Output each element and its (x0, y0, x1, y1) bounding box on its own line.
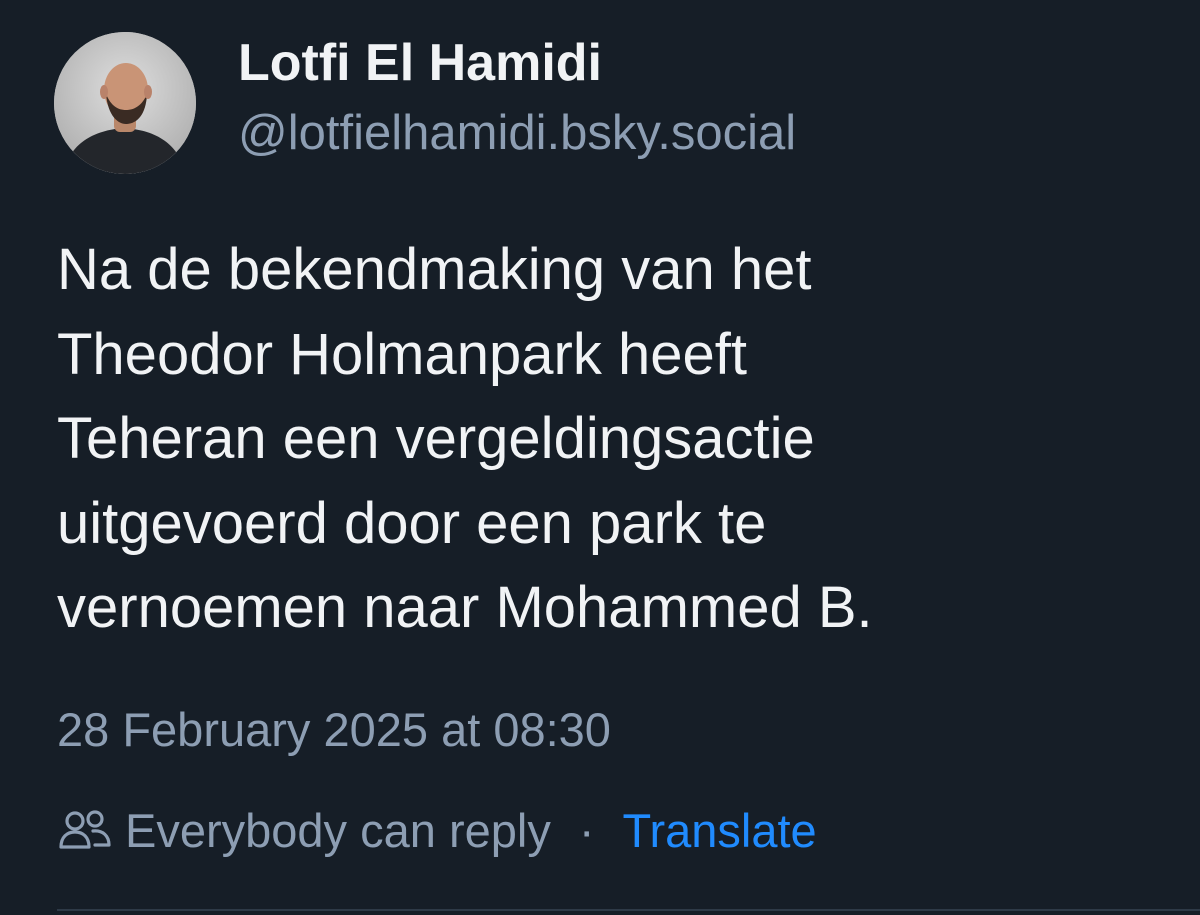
avatar-photo-icon (54, 32, 196, 174)
people-icon (57, 807, 115, 853)
post-text-line: uitgevoerd door een park te (57, 490, 767, 556)
author-display-name[interactable]: Lotfi El Hamidi (238, 30, 796, 96)
post-text-line: Na de bekendmaking van het (57, 237, 812, 302)
author-handle[interactable]: @lotfielhamidi.bsky.social (238, 102, 796, 164)
meta-separator: · (578, 803, 595, 857)
divider (57, 909, 1200, 911)
post-container: Lotfi El Hamidi @lotfielhamidi.bsky.soci… (0, 0, 1200, 915)
avatar[interactable] (54, 32, 196, 174)
author-block: Lotfi El Hamidi @lotfielhamidi.bsky.soci… (238, 30, 796, 164)
post-text-line: Teheran een vergeldingsactie (57, 406, 815, 471)
translate-link[interactable]: Translate (622, 803, 816, 858)
reply-setting-label: Everybody can reply (125, 803, 551, 857)
post-meta-row: Everybody can reply · Translate (57, 800, 817, 860)
post-text-line: Theodor Holmanpark heeft (57, 321, 747, 387)
post-timestamp[interactable]: 28 February 2025 at 08:30 (57, 700, 611, 760)
post-text-line: vernoemen naar Mohammed B. (57, 575, 873, 640)
post-text: Na de bekendmaking van het Theodor Holma… (57, 228, 1167, 651)
